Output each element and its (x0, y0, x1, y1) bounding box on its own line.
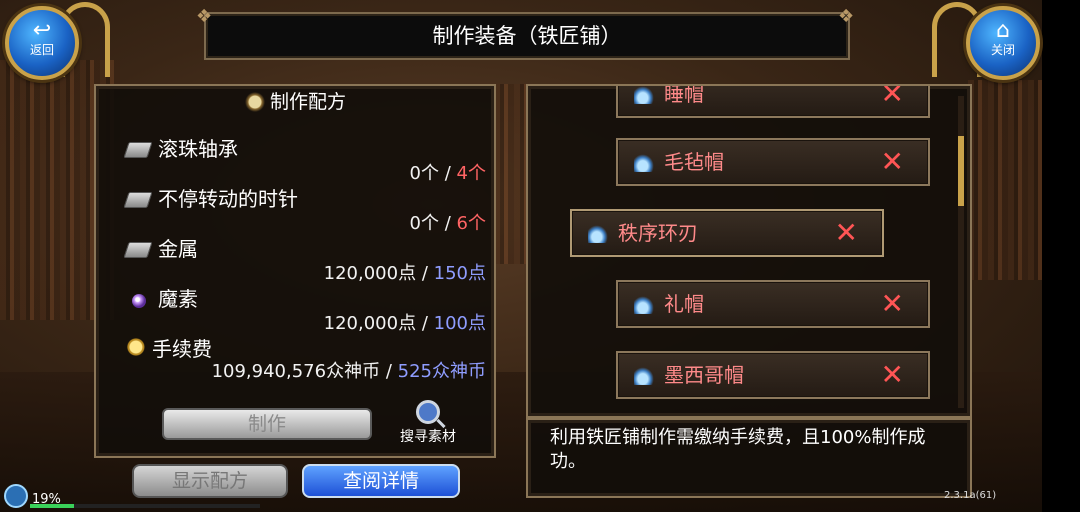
ingot-icon (123, 192, 153, 208)
title-ornament-left: ❖ (196, 6, 213, 27)
back-button[interactable]: ↩ 返回 (5, 6, 79, 80)
material-count: 0个 / 4个 (410, 162, 486, 186)
count-separator: / (444, 163, 451, 184)
item-name: 毛毡帽 (664, 150, 724, 174)
item-name: 秩序环刃 (618, 221, 698, 245)
have-count: 0个 (409, 163, 439, 184)
scroll-icon (243, 92, 266, 112)
hat-icon (634, 152, 656, 172)
recipe-header: 制作配方 (96, 86, 494, 118)
hat-icon (634, 86, 656, 104)
material-row: 手续费 109,940,576众神币 / 525众神币 (126, 336, 486, 382)
loading-gear-icon (4, 484, 28, 508)
close-icon[interactable]: ✕ (881, 86, 904, 116)
count-separator: / (385, 361, 392, 382)
close-icon[interactable]: ✕ (881, 140, 904, 184)
scrollbar-thumb[interactable] (958, 136, 964, 206)
orb-icon (132, 294, 146, 308)
item-name: 睡帽 (664, 84, 704, 106)
title-bar: 制作装备（铁匠铺） (204, 12, 850, 60)
count-separator: / (421, 263, 428, 284)
screen-edge (1042, 0, 1080, 512)
material-count: 120,000点 / 100点 (324, 312, 486, 336)
have-count: 0个 (409, 213, 439, 234)
background-bookshelf-right (968, 80, 1042, 280)
loading-progress-bar (30, 504, 260, 508)
item-name: 礼帽 (664, 292, 704, 316)
material-name: 不停转动的时针 (158, 187, 298, 211)
title-ornament-right: ❖ (838, 6, 855, 27)
material-row: 魔素 120,000点 / 100点 (126, 286, 486, 334)
list-item[interactable]: 毛毡帽 ✕ (616, 138, 930, 186)
material-row: 金属 120,000点 / 150点 (123, 236, 486, 284)
home-icon: ⌂ (996, 18, 1010, 43)
description-panel: 利用铁匠铺制作需缴纳手续费，且100%制作成功。 (526, 418, 972, 498)
close-label: 关闭 (990, 43, 1015, 57)
material-name: 滚珠轴承 (158, 137, 238, 161)
recipe-title: 制作配方 (269, 91, 346, 113)
need-count: 525众神币 (397, 361, 486, 382)
description-text: 利用铁匠铺制作需缴纳手续费，且100%制作成功。 (550, 427, 926, 472)
count-separator: / (444, 213, 451, 234)
list-item[interactable]: 礼帽 ✕ (616, 280, 930, 328)
ingot-icon (123, 242, 153, 258)
hat-icon (634, 294, 656, 314)
material-count: 109,940,576众神币 / 525众神币 (212, 360, 486, 384)
material-count: 120,000点 / 150点 (324, 262, 486, 286)
material-name: 手续费 (152, 337, 212, 361)
show-recipe-button[interactable]: 显示配方 (132, 464, 288, 498)
magnifier-icon (416, 400, 440, 424)
material-row: 滚珠轴承 0个 / 4个 (123, 136, 486, 184)
material-row: 不停转动的时针 0个 / 6个 (123, 186, 486, 234)
ingot-icon (123, 142, 153, 158)
loading-progress-fill (30, 504, 74, 508)
have-count: 109,940,576众神币 (211, 361, 381, 382)
close-icon[interactable]: ✕ (835, 211, 858, 255)
have-count: 120,000点 (323, 263, 417, 284)
recipe-panel: 制作配方 滚珠轴承 0个 / 4个 不停转动的时针 0个 / 6个 金属 120… (94, 84, 496, 458)
blade-icon (588, 223, 610, 243)
close-button[interactable]: ⌂ 关闭 (966, 6, 1040, 80)
need-count: 6个 (456, 213, 486, 234)
material-name: 魔素 (158, 287, 198, 311)
search-material-label: 搜寻素材 (400, 429, 456, 445)
close-icon[interactable]: ✕ (881, 353, 904, 397)
material-count: 0个 / 6个 (410, 212, 486, 236)
need-count: 150点 (433, 263, 486, 284)
list-item[interactable]: 墨西哥帽 ✕ (616, 351, 930, 399)
have-count: 120,000点 (323, 313, 417, 334)
list-item[interactable]: 睡帽 ✕ (616, 84, 930, 118)
hat-icon (634, 365, 656, 385)
material-name: 金属 (158, 237, 198, 261)
count-separator: / (421, 313, 428, 334)
item-list-panel: 睡帽 ✕ 毛毡帽 ✕ 秩序环刃 ✕ 礼帽 ✕ 墨西哥帽 ✕ (526, 84, 972, 418)
coin-icon (126, 338, 148, 358)
need-count: 4个 (456, 163, 486, 184)
list-item-selected[interactable]: 秩序环刃 ✕ (570, 209, 884, 257)
search-material-button[interactable]: 搜寻素材 (388, 400, 468, 446)
background-bookshelf-middle (494, 84, 526, 264)
item-name: 墨西哥帽 (664, 363, 744, 387)
make-button[interactable]: 制作 (162, 408, 372, 440)
back-arrow-icon: ↩ (32, 18, 52, 43)
back-label: 返回 (29, 43, 54, 57)
version-label: 2.3.1a(61) (944, 490, 997, 501)
page-title: 制作装备（铁匠铺） (432, 24, 622, 48)
need-count: 100点 (433, 313, 486, 334)
view-detail-button[interactable]: 查阅详情 (302, 464, 460, 498)
close-icon[interactable]: ✕ (881, 282, 904, 326)
